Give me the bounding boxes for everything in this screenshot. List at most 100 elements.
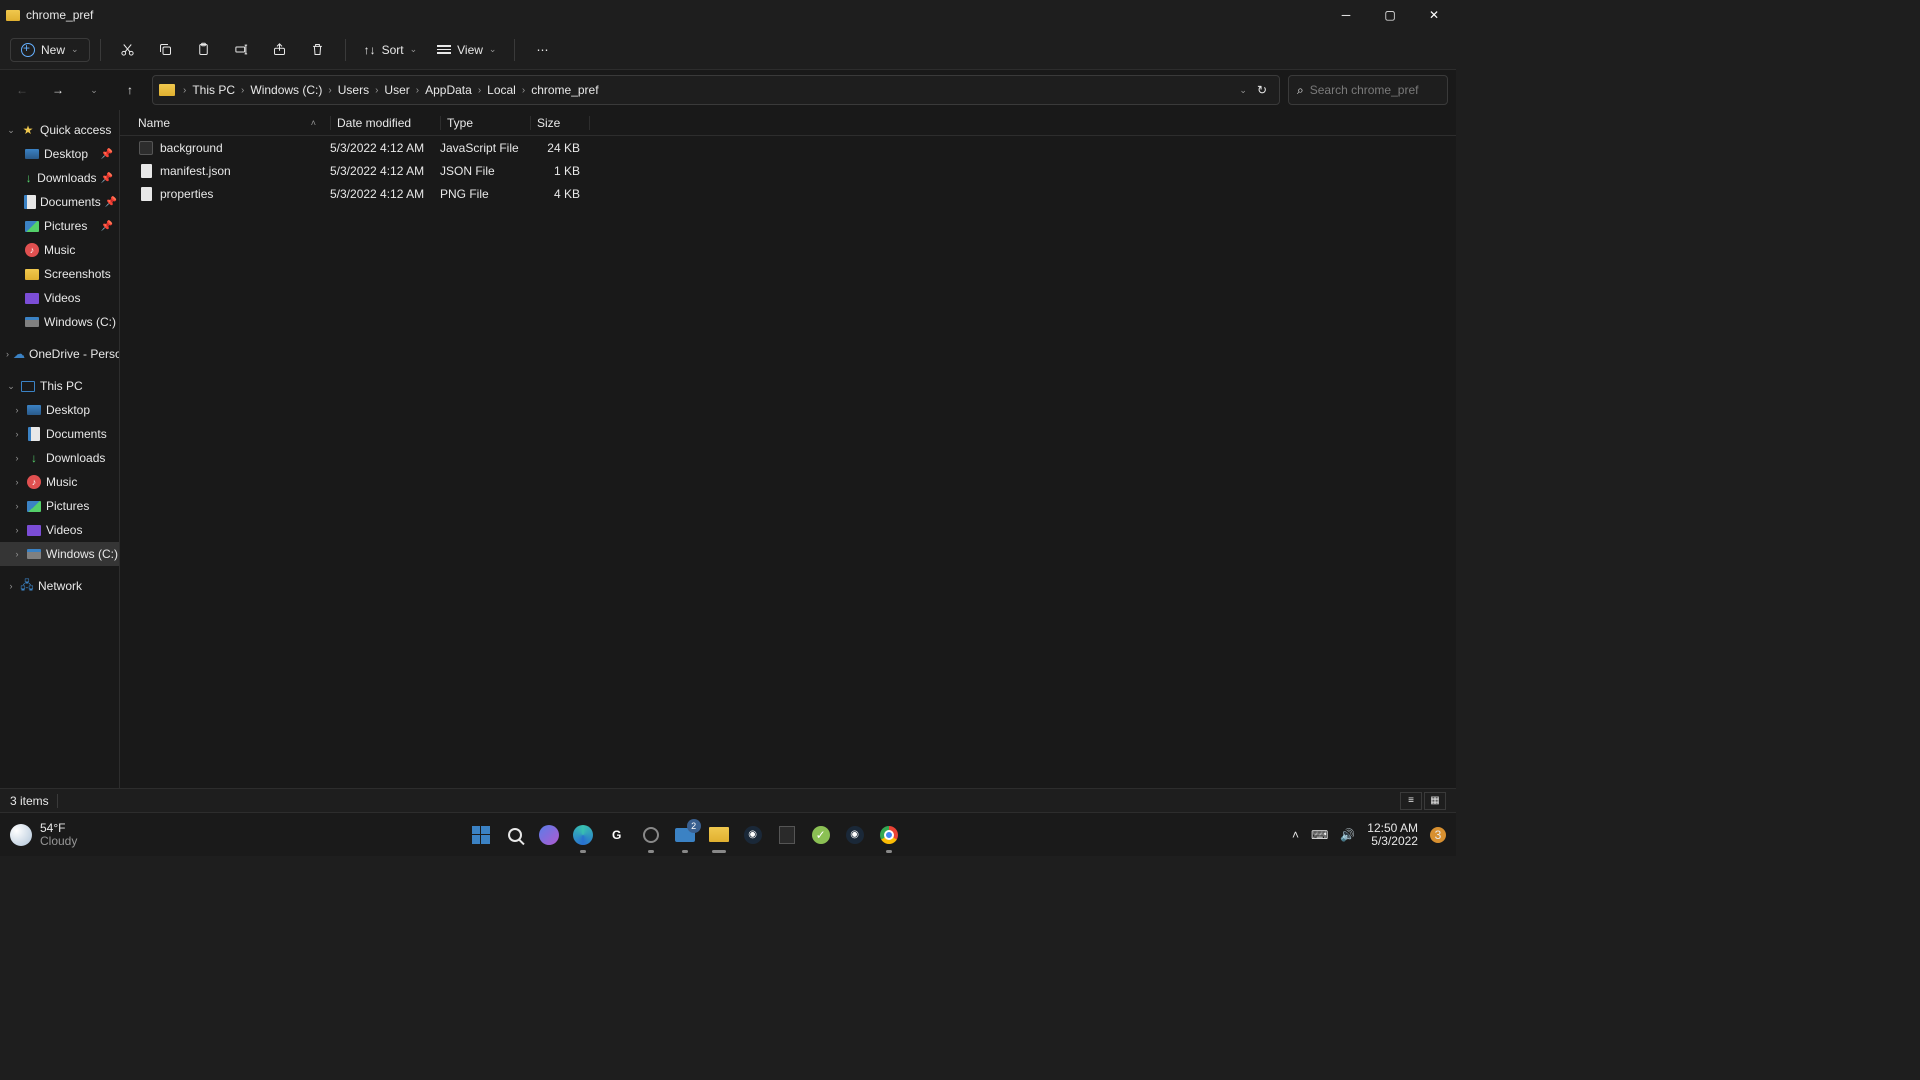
nav-pc-downloads[interactable]: › ↓ Downloads (0, 446, 119, 470)
clock[interactable]: 12:50 AM 5/3/2022 (1367, 822, 1418, 848)
volume-icon[interactable]: 🔊 (1340, 828, 1355, 842)
more-button[interactable]: ⋯ (525, 34, 559, 66)
forward-button[interactable]: → (44, 76, 72, 104)
task-view-button[interactable] (535, 821, 563, 849)
rename-button[interactable] (225, 34, 259, 66)
breadcrumb-item[interactable]: AppData (421, 83, 476, 97)
nav-windows-c[interactable]: Windows (C:) (0, 310, 119, 334)
steam-app[interactable]: ◉ (739, 821, 767, 849)
search-icon: ⌕ (1297, 83, 1304, 98)
nav-screenshots[interactable]: Screenshots (0, 262, 119, 286)
breadcrumb-item[interactable]: User (380, 83, 413, 97)
mail-app[interactable]: 2 (671, 821, 699, 849)
column-size[interactable]: Size (530, 116, 590, 130)
chevron-down-icon[interactable]: ⌄ (1239, 85, 1247, 96)
details-view-button[interactable]: ≡ (1400, 792, 1422, 810)
nav-pc-videos[interactable]: › Videos (0, 518, 119, 542)
chrome-app[interactable] (875, 821, 903, 849)
nav-videos[interactable]: Videos (0, 286, 119, 310)
nav-label: Network (38, 579, 82, 593)
thumbnails-view-button[interactable]: ▦ (1424, 792, 1446, 810)
delete-button[interactable] (301, 34, 335, 66)
column-type[interactable]: Type (440, 116, 530, 130)
chevron-right-icon: › (414, 85, 421, 96)
pc-icon (21, 381, 35, 392)
search-input[interactable] (1310, 83, 1439, 97)
new-button[interactable]: New ⌄ (10, 38, 90, 62)
nav-downloads[interactable]: ↓ Downloads 📌 (0, 166, 119, 190)
epic-app[interactable] (773, 821, 801, 849)
start-button[interactable] (467, 821, 495, 849)
copy-button[interactable] (149, 34, 183, 66)
chevron-right-icon: › (239, 85, 246, 96)
file-size: 4 KB (530, 187, 590, 201)
nav-quick-access[interactable]: ⌄ ★ Quick access (0, 118, 119, 142)
chevron-right-icon[interactable]: › (12, 525, 22, 535)
notification-badge[interactable]: 3 (1430, 827, 1446, 843)
chevron-down-icon[interactable]: ⌄ (6, 125, 16, 136)
nav-label: Downloads (37, 171, 96, 185)
nav-pc-desktop[interactable]: › Desktop (0, 398, 119, 422)
chevron-right-icon[interactable]: › (6, 349, 9, 359)
back-button[interactable]: ← (8, 76, 36, 104)
view-button[interactable]: View ⌄ (429, 39, 504, 61)
file-date: 5/3/2022 4:12 AM (330, 187, 440, 201)
nav-network[interactable]: › 🖧 Network (0, 574, 119, 598)
music-icon: ♪ (27, 475, 41, 489)
file-explorer-app[interactable] (705, 821, 733, 849)
nav-pc-pictures[interactable]: › Pictures (0, 494, 119, 518)
breadcrumb-item[interactable]: This PC (188, 83, 239, 97)
file-row[interactable]: manifest.json 5/3/2022 4:12 AM JSON File… (120, 159, 1456, 182)
recent-button[interactable]: ⌄ (80, 76, 108, 104)
cloud-icon: ☁ (13, 346, 25, 362)
chevron-down-icon[interactable]: ⌄ (6, 381, 16, 392)
app-g[interactable]: G (603, 821, 631, 849)
cut-button[interactable] (111, 34, 145, 66)
nav-this-pc[interactable]: ⌄ This PC (0, 374, 119, 398)
nav-onedrive[interactable]: › ☁ OneDrive - Personal (0, 342, 119, 366)
keyboard-icon[interactable]: ⌨ (1311, 828, 1328, 842)
nav-documents[interactable]: Documents 📌 (0, 190, 119, 214)
sort-button[interactable]: ↑↓ Sort ⌄ (356, 39, 426, 61)
paste-button[interactable] (187, 34, 221, 66)
breadcrumb[interactable]: › This PC › Windows (C:) › Users › User … (152, 75, 1280, 105)
close-button[interactable]: ✕ (1412, 0, 1456, 30)
nav-pc-music[interactable]: › ♪ Music (0, 470, 119, 494)
chevron-right-icon[interactable]: › (12, 549, 22, 559)
chevron-right-icon[interactable]: › (12, 429, 22, 439)
share-button[interactable] (263, 34, 297, 66)
breadcrumb-item[interactable]: Windows (C:) (246, 83, 326, 97)
chevron-right-icon[interactable]: › (12, 453, 22, 463)
breadcrumb-item[interactable]: Users (334, 83, 373, 97)
check-icon: ✓ (812, 826, 830, 844)
breadcrumb-item[interactable]: Local (483, 83, 520, 97)
weather-widget[interactable]: 54°F Cloudy (10, 822, 77, 848)
file-name: background (160, 141, 223, 155)
breadcrumb-item[interactable]: chrome_pref (527, 83, 602, 97)
nav-desktop[interactable]: Desktop 📌 (0, 142, 119, 166)
chevron-right-icon[interactable]: › (12, 405, 22, 415)
up-button[interactable]: ↑ (116, 76, 144, 104)
maximize-button[interactable]: ▢ (1368, 0, 1412, 30)
chevron-right-icon[interactable]: › (6, 581, 16, 591)
search-button[interactable] (501, 821, 529, 849)
nav-music[interactable]: ♪ Music (0, 238, 119, 262)
minimize-button[interactable]: ─ (1324, 0, 1368, 30)
network-icon: 🖧 (20, 581, 34, 592)
file-row[interactable]: background 5/3/2022 4:12 AM JavaScript F… (120, 136, 1456, 159)
tray-expand-icon[interactable]: ˄ (1292, 828, 1299, 842)
nav-pictures[interactable]: Pictures 📌 (0, 214, 119, 238)
column-name[interactable]: Name˄ (138, 116, 330, 130)
steam-app-2[interactable]: ◉ (841, 821, 869, 849)
chevron-right-icon[interactable]: › (12, 477, 22, 487)
refresh-button[interactable]: ↻ (1257, 83, 1267, 97)
chevron-right-icon[interactable]: › (12, 501, 22, 511)
nav-pc-windows-c[interactable]: › Windows (C:) (0, 542, 119, 566)
column-date[interactable]: Date modified (330, 116, 440, 130)
file-row[interactable]: properties 5/3/2022 4:12 AM PNG File 4 K… (120, 182, 1456, 205)
obs-app[interactable] (637, 821, 665, 849)
edge-app[interactable] (569, 821, 597, 849)
app-check[interactable]: ✓ (807, 821, 835, 849)
nav-pc-documents[interactable]: › Documents (0, 422, 119, 446)
search-box[interactable]: ⌕ (1288, 75, 1448, 105)
